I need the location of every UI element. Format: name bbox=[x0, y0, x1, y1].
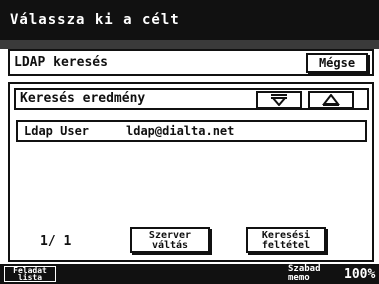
triangle-down-icon bbox=[270, 94, 288, 106]
search-results-panel: Keresés eredmény Ldap User ldap@dialta.n… bbox=[8, 82, 374, 262]
result-email: ldap@dialta.net bbox=[126, 124, 235, 138]
cancel-button[interactable]: Mégse bbox=[306, 53, 368, 73]
title-separator bbox=[0, 40, 379, 49]
scroll-down-button[interactable] bbox=[256, 91, 302, 109]
result-name: Ldap User bbox=[24, 124, 90, 138]
server-switch-label-line2: váltás bbox=[151, 240, 189, 251]
results-header: Keresés eredmény bbox=[14, 88, 369, 110]
status-bar: Feladat lista Szabad memo 100% bbox=[0, 264, 379, 284]
results-title: Keresés eredmény bbox=[20, 91, 146, 106]
free-memory-label: Szabad memo bbox=[288, 265, 321, 283]
free-memory-percent: 100% bbox=[344, 267, 376, 282]
server-switch-button[interactable]: Szerver váltás bbox=[130, 227, 210, 253]
result-row[interactable]: Ldap User ldap@dialta.net bbox=[16, 120, 367, 142]
search-criteria-label-line2: feltétel bbox=[261, 240, 311, 251]
scroll-up-button[interactable] bbox=[308, 91, 354, 109]
ldap-search-screen: Válassza ki a célt LDAP keresés Mégse Ke… bbox=[0, 0, 379, 284]
page-title: Válassza ki a célt bbox=[0, 0, 379, 40]
search-criteria-button[interactable]: Keresési feltétel bbox=[246, 227, 326, 253]
page-counter: 1/ 1 bbox=[40, 234, 72, 249]
free-memory-line2: memo bbox=[288, 273, 310, 283]
ldap-search-label: LDAP keresés bbox=[14, 55, 108, 70]
job-list-label-line2: lista bbox=[17, 273, 43, 282]
ldap-search-bar: LDAP keresés Mégse bbox=[8, 49, 374, 76]
job-list-button[interactable]: Feladat lista bbox=[4, 266, 56, 282]
triangle-up-icon bbox=[322, 94, 340, 106]
